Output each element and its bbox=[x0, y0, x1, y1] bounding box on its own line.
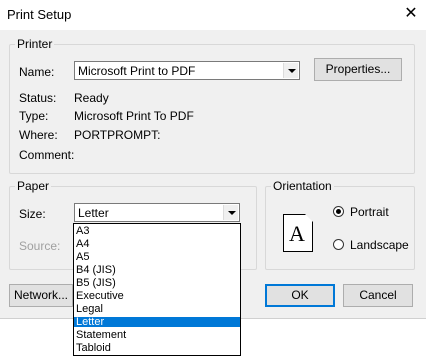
network-button[interactable]: Network... bbox=[9, 284, 73, 307]
size-option[interactable]: B4 (JIS) bbox=[74, 265, 240, 276]
where-label: Where: bbox=[19, 128, 58, 142]
paper-size-value: Letter bbox=[78, 206, 109, 220]
window-title: Print Setup bbox=[7, 7, 72, 22]
size-option[interactable]: Legal bbox=[74, 304, 240, 315]
portrait-radio[interactable] bbox=[333, 206, 344, 217]
printer-name-value: Microsoft Print to PDF bbox=[78, 64, 196, 78]
printer-name-select[interactable]: Microsoft Print to PDF bbox=[74, 61, 300, 80]
where-value: PORTPROMPT: bbox=[74, 128, 161, 142]
paper-size-select[interactable]: Letter bbox=[74, 203, 240, 222]
title-bar: Print Setup ✕ bbox=[0, 0, 426, 30]
portrait-page-icon: A bbox=[283, 214, 313, 252]
chevron-down-icon[interactable] bbox=[283, 63, 298, 78]
size-option[interactable]: B5 (JIS) bbox=[74, 278, 240, 289]
type-value: Microsoft Print To PDF bbox=[74, 109, 194, 123]
orientation-legend: Orientation bbox=[271, 179, 334, 193]
size-option[interactable]: Letter bbox=[74, 317, 240, 328]
paper-size-dropdown-list[interactable]: A3 A4 A5 B4 (JIS) B5 (JIS) Executive Leg… bbox=[73, 223, 241, 356]
size-option[interactable]: Tabloid bbox=[74, 343, 240, 354]
size-option[interactable]: A3 bbox=[74, 226, 240, 237]
size-option[interactable]: A5 bbox=[74, 252, 240, 263]
comment-label: Comment: bbox=[19, 148, 75, 162]
portrait-label[interactable]: Portrait bbox=[350, 205, 389, 219]
size-option[interactable]: Executive bbox=[74, 291, 240, 302]
chevron-down-icon[interactable] bbox=[223, 205, 238, 220]
size-option[interactable]: Statement bbox=[74, 330, 240, 341]
landscape-label[interactable]: Landscape bbox=[350, 238, 409, 252]
type-label: Type: bbox=[19, 109, 49, 123]
landscape-radio[interactable] bbox=[333, 239, 344, 250]
name-label: Name: bbox=[19, 65, 55, 79]
paper-legend: Paper bbox=[15, 179, 52, 193]
size-label: Size: bbox=[19, 207, 46, 221]
cancel-button[interactable]: Cancel bbox=[343, 284, 413, 307]
status-label: Status: bbox=[19, 91, 57, 105]
page-icon-letter: A bbox=[289, 221, 305, 246]
source-label: Source: bbox=[19, 239, 61, 253]
printer-legend: Printer bbox=[15, 37, 55, 51]
ok-button[interactable]: OK bbox=[265, 284, 335, 307]
close-icon[interactable]: ✕ bbox=[396, 0, 426, 28]
size-option[interactable]: A4 bbox=[74, 239, 240, 250]
properties-button[interactable]: Properties... bbox=[314, 58, 402, 81]
status-value: Ready bbox=[74, 91, 109, 105]
